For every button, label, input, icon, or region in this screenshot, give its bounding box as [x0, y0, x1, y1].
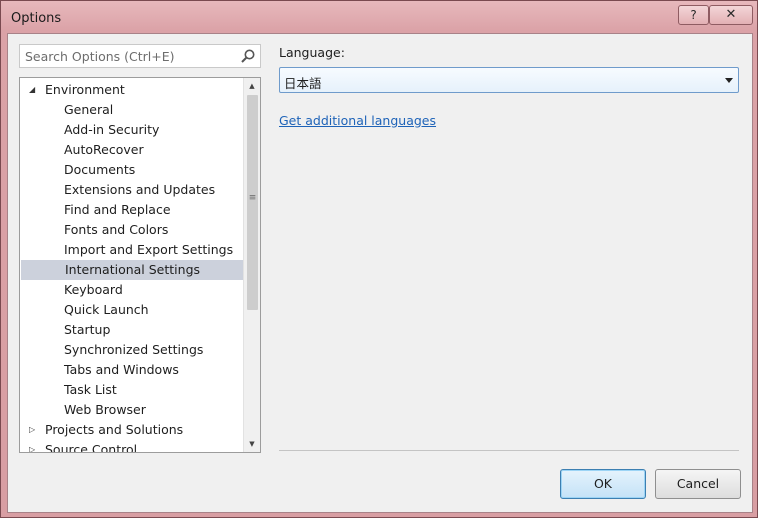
tree-item[interactable]: General [20, 100, 243, 120]
tree-item[interactable]: ▷ Projects and Solutions [20, 420, 243, 440]
tree-item[interactable]: Tabs and Windows [20, 360, 243, 380]
search-placeholder: Search Options (Ctrl+E) [25, 49, 175, 64]
tree-item[interactable]: ▷ Source Control [20, 440, 243, 453]
tree-item[interactable]: Keyboard [20, 280, 243, 300]
tree-item-label: Import and Export Settings [64, 242, 234, 257]
tree-item-label: International Settings [65, 262, 201, 277]
search-options-input[interactable]: Search Options (Ctrl+E) [19, 44, 261, 68]
tree-item-label: Web Browser [64, 402, 146, 417]
tree-item[interactable]: Documents [20, 160, 243, 180]
tree-item-label: Add-in Security [64, 122, 160, 137]
close-button[interactable]: ✕ [709, 5, 753, 25]
language-label: Language: [279, 45, 345, 60]
tree-item-label: Synchronized Settings [64, 342, 204, 357]
tree-item[interactable]: Quick Launch [20, 300, 243, 320]
language-dropdown[interactable]: 日本語 [279, 67, 739, 93]
options-dialog: Options ? ✕ Search Options (Ctrl+E) Gene… [0, 0, 758, 518]
tree-item-label: Task List [64, 382, 117, 397]
tree-item[interactable]: Extensions and Updates [20, 180, 243, 200]
tree-item[interactable]: International Settings [21, 260, 243, 280]
tree-scrollbar[interactable]: ▲ ≡ ▼ [243, 78, 260, 452]
scroll-down-arrow-icon[interactable]: ▼ [244, 436, 260, 452]
tree-item-label: AutoRecover [64, 142, 144, 157]
tree-item-label: Fonts and Colors [64, 222, 169, 237]
tree-item[interactable]: AutoRecover [20, 140, 243, 160]
tree-item[interactable]: Task List [20, 380, 243, 400]
expanded-arrow-icon[interactable]: ◢ [29, 80, 35, 100]
tree-item[interactable]: Fonts and Colors [20, 220, 243, 240]
tree-item-label: Extensions and Updates [64, 182, 216, 197]
tree-item[interactable]: Web Browser [20, 400, 243, 420]
get-additional-languages-link[interactable]: Get additional languages [279, 113, 436, 128]
tree-item[interactable]: ◢ Environment [20, 80, 243, 100]
window-title: Options [11, 11, 62, 26]
dialog-client-area: Search Options (Ctrl+E) General Add-in Se… [7, 33, 753, 513]
ok-button[interactable]: OK [560, 469, 646, 499]
scroll-thumb[interactable]: ≡ [247, 95, 258, 310]
tree-item[interactable]: Synchronized Settings [20, 340, 243, 360]
tree-item-label: Quick Launch [64, 302, 149, 317]
tree-item-label: Source Control [45, 442, 138, 453]
search-icon[interactable] [240, 48, 256, 64]
tree-item-label: Startup [64, 322, 111, 337]
language-selected-value: 日本語 [284, 76, 322, 91]
scroll-up-arrow-icon[interactable]: ▲ [244, 78, 260, 94]
chevron-down-icon [725, 78, 733, 83]
tree-item-label: General [64, 102, 114, 117]
tree-item-label: Projects and Solutions [45, 422, 184, 437]
tree-item[interactable]: Import and Export Settings [20, 240, 243, 260]
tree-item-label: Keyboard [64, 282, 123, 297]
tree-item-label: Find and Replace [64, 202, 171, 217]
options-tree[interactable]: General Add-in Security AutoRecover Documen… [19, 77, 261, 453]
cancel-button[interactable]: Cancel [655, 469, 741, 499]
tree-item-label: Documents [64, 162, 136, 177]
divider [279, 450, 739, 451]
scroll-grip-icon: ≡ [248, 193, 257, 203]
tree-item-label: Tabs and Windows [64, 362, 179, 377]
tree-item-label: Environment [45, 82, 125, 97]
tree-item[interactable]: Add-in Security [20, 120, 243, 140]
help-button[interactable]: ? [678, 5, 709, 25]
tree-item[interactable]: Find and Replace [20, 200, 243, 220]
collapsed-arrow-icon[interactable]: ▷ [29, 440, 35, 452]
tree-item[interactable]: Startup [20, 320, 243, 340]
collapsed-arrow-icon[interactable]: ▷ [29, 420, 35, 440]
